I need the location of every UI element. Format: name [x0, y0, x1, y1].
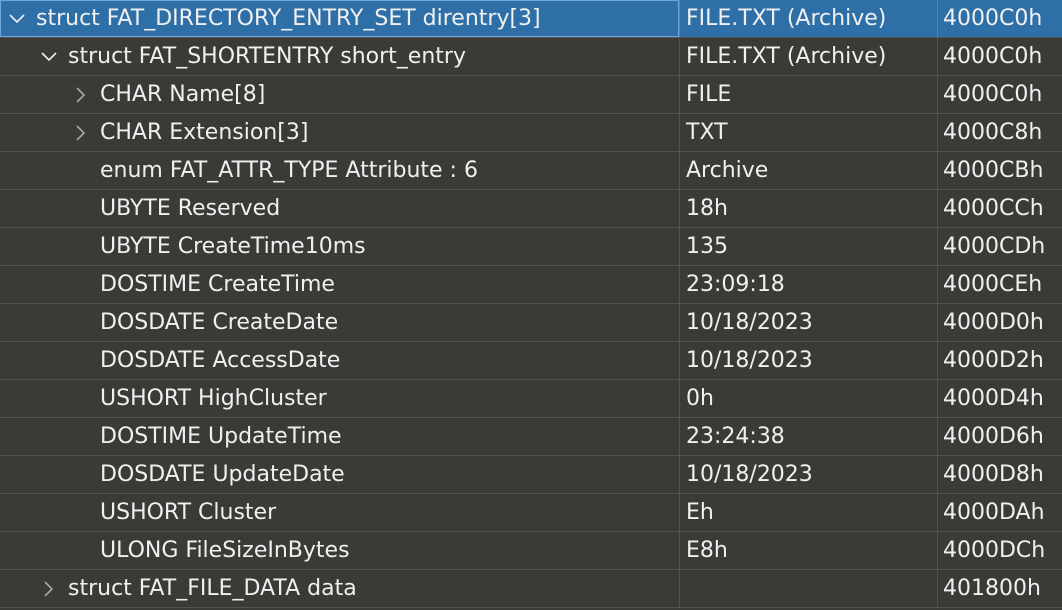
tree-row-createdate[interactable]: DOSDATE CreateDate 10/18/2023 4000D0h [0, 304, 1062, 342]
field-name: struct FAT_SHORTENTRY short_entry [68, 44, 466, 69]
field-value: FILE.TXT (Archive) [679, 38, 937, 75]
name-cell: DOSDATE AccessDate [0, 342, 679, 379]
field-name: CHAR Name[8] [100, 82, 266, 107]
template-results-tree: struct FAT_DIRECTORY_ENTRY_SET direntry[… [0, 0, 1062, 610]
field-address: 4000D6h [937, 418, 1062, 455]
field-address: 4000C0h [937, 0, 1062, 37]
field-name: enum FAT_ATTR_TYPE Attribute : 6 [100, 158, 478, 183]
tree-row-filesize[interactable]: ULONG FileSizeInBytes E8h 4000DCh [0, 532, 1062, 570]
field-address: 4000D8h [937, 456, 1062, 493]
field-value: TXT [679, 114, 937, 151]
field-address: 401800h [937, 570, 1062, 607]
chevron-right-icon[interactable] [38, 570, 60, 607]
field-name: DOSDATE AccessDate [100, 348, 341, 373]
tree-row-createtime[interactable]: DOSTIME CreateTime 23:09:18 4000CEh [0, 266, 1062, 304]
chevron-down-icon[interactable] [6, 0, 28, 37]
tree-row-updatedate[interactable]: DOSDATE UpdateDate 10/18/2023 4000D8h [0, 456, 1062, 494]
name-cell: struct FAT_SHORTENTRY short_entry [0, 38, 679, 75]
field-address: 4000C0h [937, 76, 1062, 113]
field-value: E8h [679, 532, 937, 569]
field-address: 4000CEh [937, 266, 1062, 303]
field-value: 135 [679, 228, 937, 265]
tree-row-highcluster[interactable]: USHORT HighCluster 0h 4000D4h [0, 380, 1062, 418]
field-address: 4000CBh [937, 152, 1062, 189]
field-address: 4000C8h [937, 114, 1062, 151]
field-value: Archive [679, 152, 937, 189]
field-value: 18h [679, 190, 937, 227]
field-name: struct FAT_FILE_DATA data [68, 576, 357, 601]
tree-row-name[interactable]: CHAR Name[8] FILE 4000C0h [0, 76, 1062, 114]
tree-row-direntry[interactable]: struct FAT_DIRECTORY_ENTRY_SET direntry[… [0, 0, 1062, 38]
tree-row-cluster[interactable]: USHORT Cluster Eh 4000DAh [0, 494, 1062, 532]
field-value: 10/18/2023 [679, 342, 937, 379]
field-name: struct FAT_DIRECTORY_ENTRY_SET direntry[… [36, 6, 541, 31]
field-name: DOSTIME UpdateTime [100, 424, 342, 449]
name-cell: USHORT HighCluster [0, 380, 679, 417]
chevron-right-icon[interactable] [70, 114, 92, 151]
field-name: CHAR Extension[3] [100, 120, 309, 145]
field-address: 4000D4h [937, 380, 1062, 417]
name-cell: UBYTE Reserved [0, 190, 679, 227]
field-value: FILE [679, 76, 937, 113]
tree-row-createtime10ms[interactable]: UBYTE CreateTime10ms 135 4000CDh [0, 228, 1062, 266]
field-name: DOSDATE CreateDate [100, 310, 339, 335]
chevron-right-icon[interactable] [70, 76, 92, 113]
tree-row-data[interactable]: struct FAT_FILE_DATA data 401800h [0, 570, 1062, 608]
field-address: 4000CCh [937, 190, 1062, 227]
chevron-down-icon[interactable] [38, 38, 60, 75]
field-address: 4000D2h [937, 342, 1062, 379]
field-address: 4000CDh [937, 228, 1062, 265]
tree-row-accessdate[interactable]: DOSDATE AccessDate 10/18/2023 4000D2h [0, 342, 1062, 380]
field-address: 4000D0h [937, 304, 1062, 341]
field-value: 23:24:38 [679, 418, 937, 455]
field-value: 10/18/2023 [679, 456, 937, 493]
tree-row-short-entry[interactable]: struct FAT_SHORTENTRY short_entry FILE.T… [0, 38, 1062, 76]
name-cell: CHAR Name[8] [0, 76, 679, 113]
name-cell: DOSDATE UpdateDate [0, 456, 679, 493]
name-cell: DOSTIME CreateTime [0, 266, 679, 303]
tree-row-updatetime[interactable]: DOSTIME UpdateTime 23:24:38 4000D6h [0, 418, 1062, 456]
field-name: DOSDATE UpdateDate [100, 462, 345, 487]
name-cell: CHAR Extension[3] [0, 114, 679, 151]
field-name: USHORT HighCluster [100, 386, 327, 411]
tree-row-reserved[interactable]: UBYTE Reserved 18h 4000CCh [0, 190, 1062, 228]
name-cell: DOSDATE CreateDate [0, 304, 679, 341]
field-value: 0h [679, 380, 937, 417]
field-name: UBYTE CreateTime10ms [100, 234, 366, 259]
name-cell: USHORT Cluster [0, 494, 679, 531]
field-name: UBYTE Reserved [100, 196, 281, 221]
name-cell: DOSTIME UpdateTime [0, 418, 679, 455]
name-cell: struct FAT_FILE_DATA data [0, 570, 679, 607]
field-value: 10/18/2023 [679, 304, 937, 341]
field-value: Eh [679, 494, 937, 531]
name-cell: struct FAT_DIRECTORY_ENTRY_SET direntry[… [0, 0, 679, 37]
name-cell: enum FAT_ATTR_TYPE Attribute : 6 [0, 152, 679, 189]
field-name: DOSTIME CreateTime [100, 272, 335, 297]
field-value [679, 570, 937, 607]
tree-row-attribute[interactable]: enum FAT_ATTR_TYPE Attribute : 6 Archive… [0, 152, 1062, 190]
tree-row-extension[interactable]: CHAR Extension[3] TXT 4000C8h [0, 114, 1062, 152]
field-value: FILE.TXT (Archive) [679, 0, 937, 37]
field-address: 4000DAh [937, 494, 1062, 531]
field-address: 4000C0h [937, 38, 1062, 75]
field-value: 23:09:18 [679, 266, 937, 303]
name-cell: ULONG FileSizeInBytes [0, 532, 679, 569]
field-name: USHORT Cluster [100, 500, 277, 525]
field-name: ULONG FileSizeInBytes [100, 538, 350, 563]
name-cell: UBYTE CreateTime10ms [0, 228, 679, 265]
field-address: 4000DCh [937, 532, 1062, 569]
